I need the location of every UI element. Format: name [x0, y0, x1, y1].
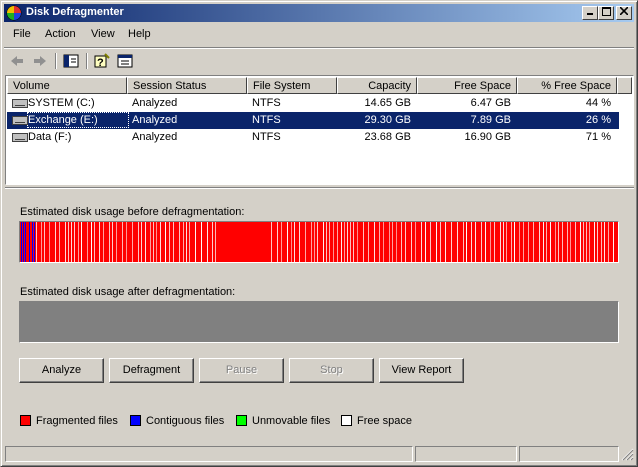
before-defrag-label: Estimated disk usage before defragmentat… [20, 206, 245, 218]
unmovable-files-label: Unmovable files [252, 415, 331, 427]
hard-drive-icon [12, 133, 28, 142]
menu-action[interactable]: Action [45, 28, 76, 40]
capacity: 29.30 GB [364, 114, 411, 126]
free-space-label: Free space [357, 415, 413, 427]
file-system: NTFS [252, 97, 281, 109]
help-icon: ? [94, 53, 110, 69]
svg-text:?: ? [97, 57, 104, 69]
unmovable-files-swatch [236, 415, 247, 426]
maximize-icon [601, 7, 611, 16]
session-status: Analyzed [132, 97, 178, 109]
status-bar [4, 445, 634, 463]
volume-name: Exchange (E:) [28, 114, 98, 126]
pause-button[interactable]: Pause [199, 358, 284, 383]
disk-usage-map [20, 222, 618, 262]
stop-button[interactable]: Stop [289, 358, 374, 383]
column-header-free-space[interactable]: Free Space [417, 77, 517, 94]
percent-free: 26 % [585, 114, 611, 126]
session-status: Analyzed [132, 114, 178, 126]
after-defrag-usage-bar [19, 301, 619, 343]
menu-file[interactable]: File [13, 28, 31, 40]
session-status: Analyzed [132, 131, 178, 143]
resize-grip-icon[interactable] [621, 448, 634, 461]
column-header-percent-free[interactable]: % Free Space [517, 77, 617, 94]
percent-free: 44 % [585, 97, 611, 109]
fragmented-files-label: Fragmented files [36, 415, 118, 427]
minimize-icon [587, 13, 593, 15]
help-button[interactable]: ? [92, 52, 112, 70]
capacity: 14.65 GB [364, 97, 411, 109]
free-space: 7.89 GB [470, 114, 511, 126]
volume-row-data[interactable]: Data (F:) Analyzed NTFS 23.68 GB 16.90 G… [7, 129, 619, 146]
view-report-button[interactable]: View Report [379, 358, 464, 383]
back-arrow-icon [11, 56, 23, 66]
before-defrag-usage-bar [19, 221, 619, 263]
close-icon [619, 6, 629, 16]
free-space: 6.47 GB [470, 97, 511, 109]
file-system: NTFS [252, 114, 281, 126]
menu-bar: File Action View Help [4, 24, 634, 44]
forward-button[interactable] [30, 52, 50, 70]
hard-drive-icon [12, 99, 28, 108]
list-header: Volume Session Status File System Capaci… [7, 77, 633, 94]
column-header-volume[interactable]: Volume [7, 77, 127, 94]
contiguous-files-swatch [130, 415, 141, 426]
volume-row-system[interactable]: SYSTEM (C:) Analyzed NTFS 14.65 GB 6.47 … [7, 95, 619, 112]
defragmenter-app-icon [6, 5, 22, 21]
forward-arrow-icon [34, 56, 46, 66]
toolbar-separator [86, 53, 88, 69]
toolbar-separator [55, 53, 57, 69]
fragmented-files-swatch [20, 415, 31, 426]
volume-name: Data (F:) [28, 131, 72, 143]
file-system: NTFS [252, 131, 281, 143]
maximize-button[interactable] [598, 6, 614, 20]
capacity: 23.68 GB [364, 131, 411, 143]
volume-list[interactable]: Volume Session Status File System Capaci… [5, 75, 634, 185]
close-button[interactable] [616, 6, 632, 20]
percent-free: 71 % [585, 131, 611, 143]
title-bar[interactable]: Disk Defragmenter [4, 4, 634, 22]
contiguous-files-label: Contiguous files [146, 415, 225, 427]
free-space-swatch [341, 415, 352, 426]
back-button[interactable] [7, 52, 27, 70]
show-hide-tree-button[interactable] [61, 52, 81, 70]
column-header-capacity[interactable]: Capacity [337, 77, 417, 94]
status-pane-2 [415, 446, 517, 462]
menu-view[interactable]: View [91, 28, 115, 40]
menu-help[interactable]: Help [128, 28, 151, 40]
status-pane-main [5, 446, 413, 462]
window-title: Disk Defragmenter [26, 6, 124, 18]
disk-defragmenter-window: Disk Defragmenter File Action View Help … [0, 0, 638, 467]
volume-row-exchange[interactable]: Exchange (E:) Analyzed NTFS 29.30 GB 7.8… [7, 112, 619, 129]
properties-icon [117, 54, 133, 68]
defragment-button[interactable]: Defragment [109, 358, 194, 383]
analyze-button[interactable]: Analyze [19, 358, 104, 383]
toolbar: ? [4, 47, 634, 74]
column-header-file-system[interactable]: File System [247, 77, 337, 94]
after-defrag-label: Estimated disk usage after defragmentati… [20, 286, 236, 298]
console-tree-icon [63, 54, 79, 68]
free-space: 16.90 GB [464, 131, 511, 143]
properties-button[interactable] [115, 52, 135, 70]
minimize-button[interactable] [582, 6, 598, 20]
hard-drive-icon [12, 116, 28, 125]
status-pane-3 [519, 446, 619, 462]
column-header-session-status[interactable]: Session Status [127, 77, 247, 94]
volume-name: SYSTEM (C:) [28, 97, 95, 109]
column-header-filler [617, 77, 632, 94]
